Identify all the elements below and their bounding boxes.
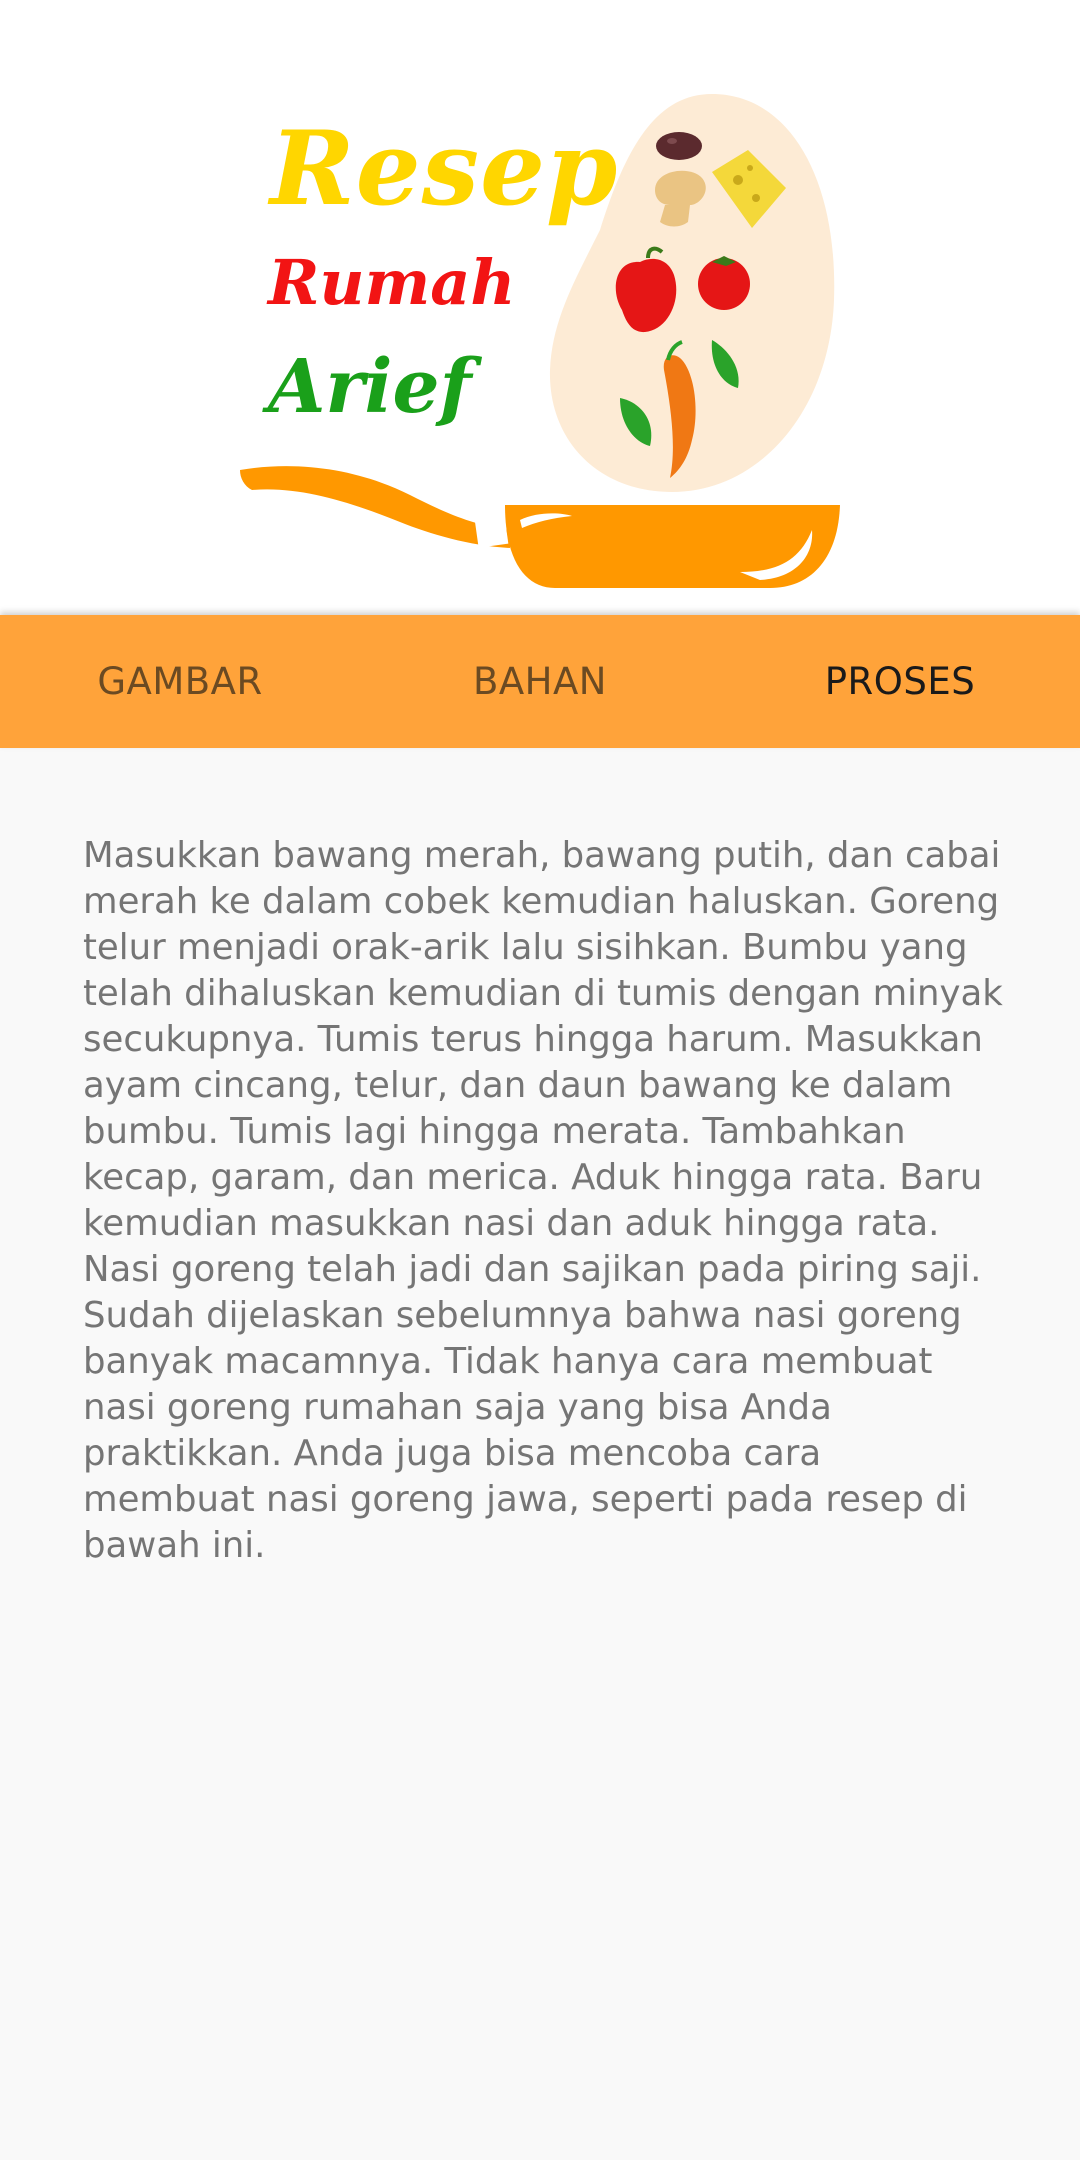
pan-handle [240, 466, 510, 548]
tab-gambar[interactable]: GAMBAR [0, 615, 360, 748]
tab-bar: GAMBAR BAHAN PROSES [0, 615, 1080, 748]
olive-icon [656, 132, 702, 160]
logo-title-arief: Arief [268, 344, 472, 430]
recipe-process-text: Masukkan bawang merah, bawang putih, dan… [83, 835, 1003, 1566]
logo-title-rumah: Rumah [268, 246, 516, 319]
app-header: Resep Rumah Arief [0, 0, 1080, 615]
logo-title-resep: Resep [270, 109, 619, 229]
tab-bahan[interactable]: BAHAN [360, 615, 720, 748]
tab-proses[interactable]: PROSES [720, 615, 1080, 748]
